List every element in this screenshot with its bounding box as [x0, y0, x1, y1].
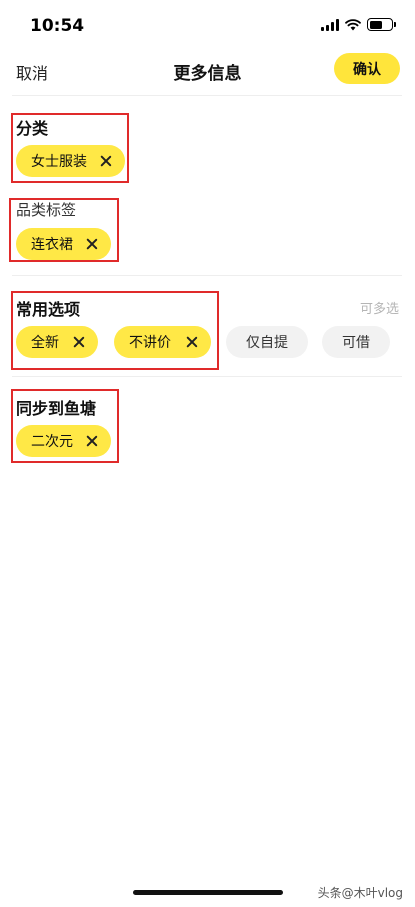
category-tag-chip[interactable]: 连衣裙	[16, 228, 111, 260]
section-divider	[12, 275, 402, 276]
category-chip-label: 女士服装	[31, 154, 87, 170]
header-divider	[12, 95, 402, 96]
option-chip-label: 仅自提	[246, 335, 288, 351]
option-chip-unselected[interactable]: 可借	[322, 326, 390, 358]
sync-pond-chip-label: 二次元	[31, 434, 73, 450]
remove-icon[interactable]	[72, 335, 86, 349]
option-chip-label: 全新	[31, 335, 59, 351]
home-indicator[interactable]	[133, 890, 283, 895]
category-title: 分类	[16, 119, 49, 138]
remove-icon[interactable]	[185, 335, 199, 349]
status-time: 10:54	[30, 16, 85, 36]
remove-icon[interactable]	[99, 154, 113, 168]
remove-icon[interactable]	[85, 434, 99, 448]
remove-icon[interactable]	[85, 237, 99, 251]
category-tag-chip-label: 连衣裙	[31, 237, 73, 253]
section-divider	[12, 376, 402, 377]
option-chip-label: 可借	[342, 335, 370, 351]
wifi-icon	[345, 18, 361, 30]
status-icons	[321, 18, 396, 31]
category-tag-title: 品类标签	[16, 201, 77, 219]
option-chip-label: 不讲价	[129, 335, 171, 351]
common-options-title: 常用选项	[16, 300, 81, 319]
battery-icon	[367, 18, 396, 31]
confirm-button[interactable]: 确认	[334, 53, 400, 84]
category-chip[interactable]: 女士服装	[16, 145, 125, 177]
multi-select-hint: 可多选	[359, 302, 399, 317]
option-chip-unselected[interactable]: 仅自提	[226, 326, 308, 358]
status-bar: 10:54	[0, 0, 415, 50]
option-chip-selected[interactable]: 全新	[16, 326, 98, 358]
watermark: 头条@木叶vlog	[317, 886, 403, 900]
cellular-signal-icon	[321, 18, 339, 31]
nav-bar: 取消 更多信息 确认	[0, 50, 415, 96]
option-chip-selected[interactable]: 不讲价	[114, 326, 211, 358]
cancel-button[interactable]: 取消	[16, 60, 48, 84]
sync-pond-title: 同步到鱼塘	[16, 399, 97, 418]
sync-pond-chip[interactable]: 二次元	[16, 425, 111, 457]
